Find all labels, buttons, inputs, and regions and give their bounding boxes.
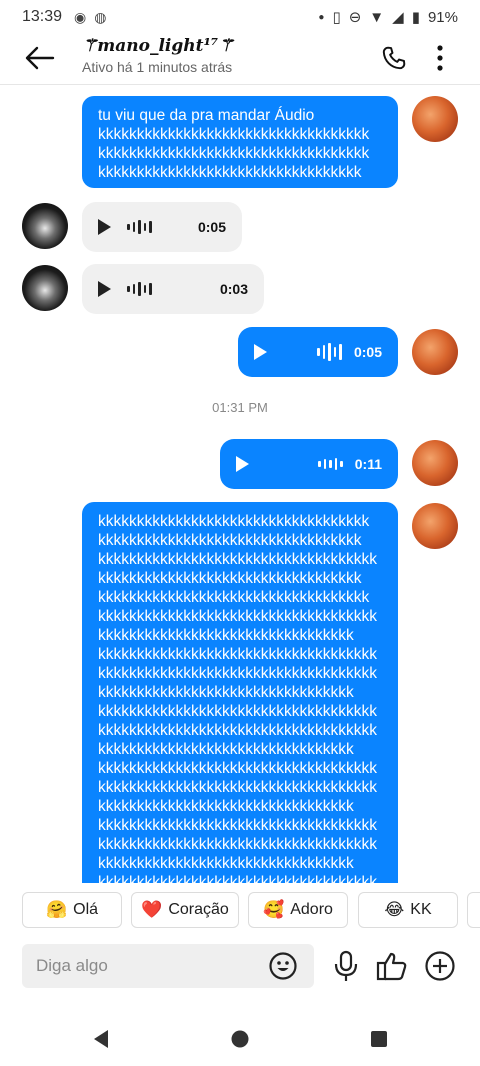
phone-icon: [382, 46, 406, 70]
contact-name: ⚚mano_light¹⁷⚚: [82, 36, 234, 56]
call-button[interactable]: [378, 42, 410, 74]
nav-back-icon[interactable]: [90, 1028, 112, 1050]
incoming-audio-message[interactable]: 0:05: [82, 202, 242, 252]
vibrate-icon: ▯: [332, 9, 341, 26]
outgoing-audio-message[interactable]: 0:11: [220, 439, 398, 489]
signal-icon: ◢: [392, 9, 404, 26]
back-button[interactable]: [22, 40, 58, 76]
audio-duration: 0:05: [353, 344, 382, 360]
waveform-icon: [317, 343, 342, 361]
more-options-button[interactable]: [424, 40, 456, 76]
nav-recents-icon[interactable]: [368, 1028, 390, 1050]
like-button[interactable]: [374, 948, 410, 984]
audio-duration: 0:03: [219, 281, 248, 297]
waveform-icon: [127, 220, 152, 234]
nav-home-icon[interactable]: [229, 1028, 251, 1050]
heart-icon: ❤️: [141, 900, 163, 919]
battery-icon: ▮: [411, 9, 420, 26]
quick-reply-label: Adoro: [290, 901, 333, 918]
battery-level: 91%: [427, 8, 458, 26]
quick-reply-adoro[interactable]: 🥰 Adoro: [248, 892, 348, 928]
quick-reply-coracao[interactable]: ❤️ Coração: [131, 892, 239, 928]
back-arrow-icon: [25, 46, 55, 70]
notification-icon-2: ◍: [94, 8, 107, 25]
quick-reply-ola[interactable]: 🤗 Olá: [22, 892, 122, 928]
play-icon[interactable]: [236, 456, 249, 472]
waveform-icon: [127, 282, 152, 296]
emoji-icon[interactable]: [268, 951, 298, 981]
notification-icon: ◉: [74, 8, 87, 25]
message-timestamp: 01:31 PM: [212, 400, 268, 415]
contact-info[interactable]: ⚚mano_light¹⁷⚚ Ativo há 1 minutos atrás: [82, 36, 234, 75]
thumbs-up-icon: [376, 952, 407, 981]
quick-reply-label: Olá: [73, 901, 99, 918]
microphone-button[interactable]: [328, 948, 364, 984]
microphone-icon: [334, 950, 358, 981]
outgoing-audio-message[interactable]: 0:05: [238, 327, 398, 377]
dnd-icon: ⊖: [348, 9, 362, 26]
add-button[interactable]: [422, 948, 458, 984]
my-avatar[interactable]: [412, 329, 458, 375]
message-composer: [22, 944, 314, 988]
audio-duration: 0:05: [197, 219, 226, 235]
quick-reply-kk[interactable]: 😂 KK: [358, 892, 458, 928]
status-time: 13:39: [22, 8, 63, 25]
play-icon[interactable]: [98, 281, 111, 297]
hugging-face-icon: 🤗: [45, 900, 68, 919]
audio-duration: 0:11: [354, 456, 382, 472]
quick-reply-label: KK: [410, 901, 432, 918]
dot-icon: ●: [318, 11, 325, 23]
incoming-audio-message[interactable]: 0:03: [82, 264, 264, 314]
add-circle-icon: [425, 951, 455, 981]
chat-header: ⚚mano_light¹⁷⚚ Ativo há 1 minutos atrás: [0, 34, 480, 82]
outgoing-text-message[interactable]: kkkkkkkkkkkkkkkkkkkkkkkkkkkkkkkkkkk kkkk…: [82, 502, 398, 883]
outgoing-text-message[interactable]: tu viu que da pra mandar Áudio kkkkkkkkk…: [82, 96, 398, 188]
message-list[interactable]: tu viu que da pra mandar Áudio kkkkkkkkk…: [0, 85, 480, 883]
system-nav-bar: [0, 1010, 480, 1066]
waveform-icon: [318, 458, 343, 470]
quick-replies: 🤗 Olá ❤️ Coração 🥰 Adoro 😂 KK: [0, 890, 480, 932]
my-avatar[interactable]: [412, 503, 458, 549]
my-avatar[interactable]: [412, 96, 458, 142]
more-vertical-icon: [437, 45, 443, 71]
status-bar: 13:39 ◉ ◍ ● ▯ ⊖ ▼ ◢ ▮ 91%: [0, 0, 480, 34]
play-icon[interactable]: [254, 344, 267, 360]
quick-reply-label: Coração: [168, 901, 229, 918]
my-avatar[interactable]: [412, 440, 458, 486]
smiling-hearts-icon: 🥰: [263, 900, 285, 919]
status-icons: ● ▯ ⊖ ▼ ◢ ▮ 91%: [318, 8, 458, 27]
contact-status: Ativo há 1 minutos atrás: [82, 59, 233, 75]
quick-reply-more[interactable]: [467, 892, 480, 928]
contact-avatar[interactable]: [22, 265, 68, 311]
contact-avatar[interactable]: [22, 203, 68, 249]
wifi-icon: ▼: [369, 8, 385, 26]
message-input[interactable]: [36, 956, 256, 976]
play-icon[interactable]: [98, 219, 111, 235]
laughing-face-icon: 😂: [384, 900, 405, 919]
